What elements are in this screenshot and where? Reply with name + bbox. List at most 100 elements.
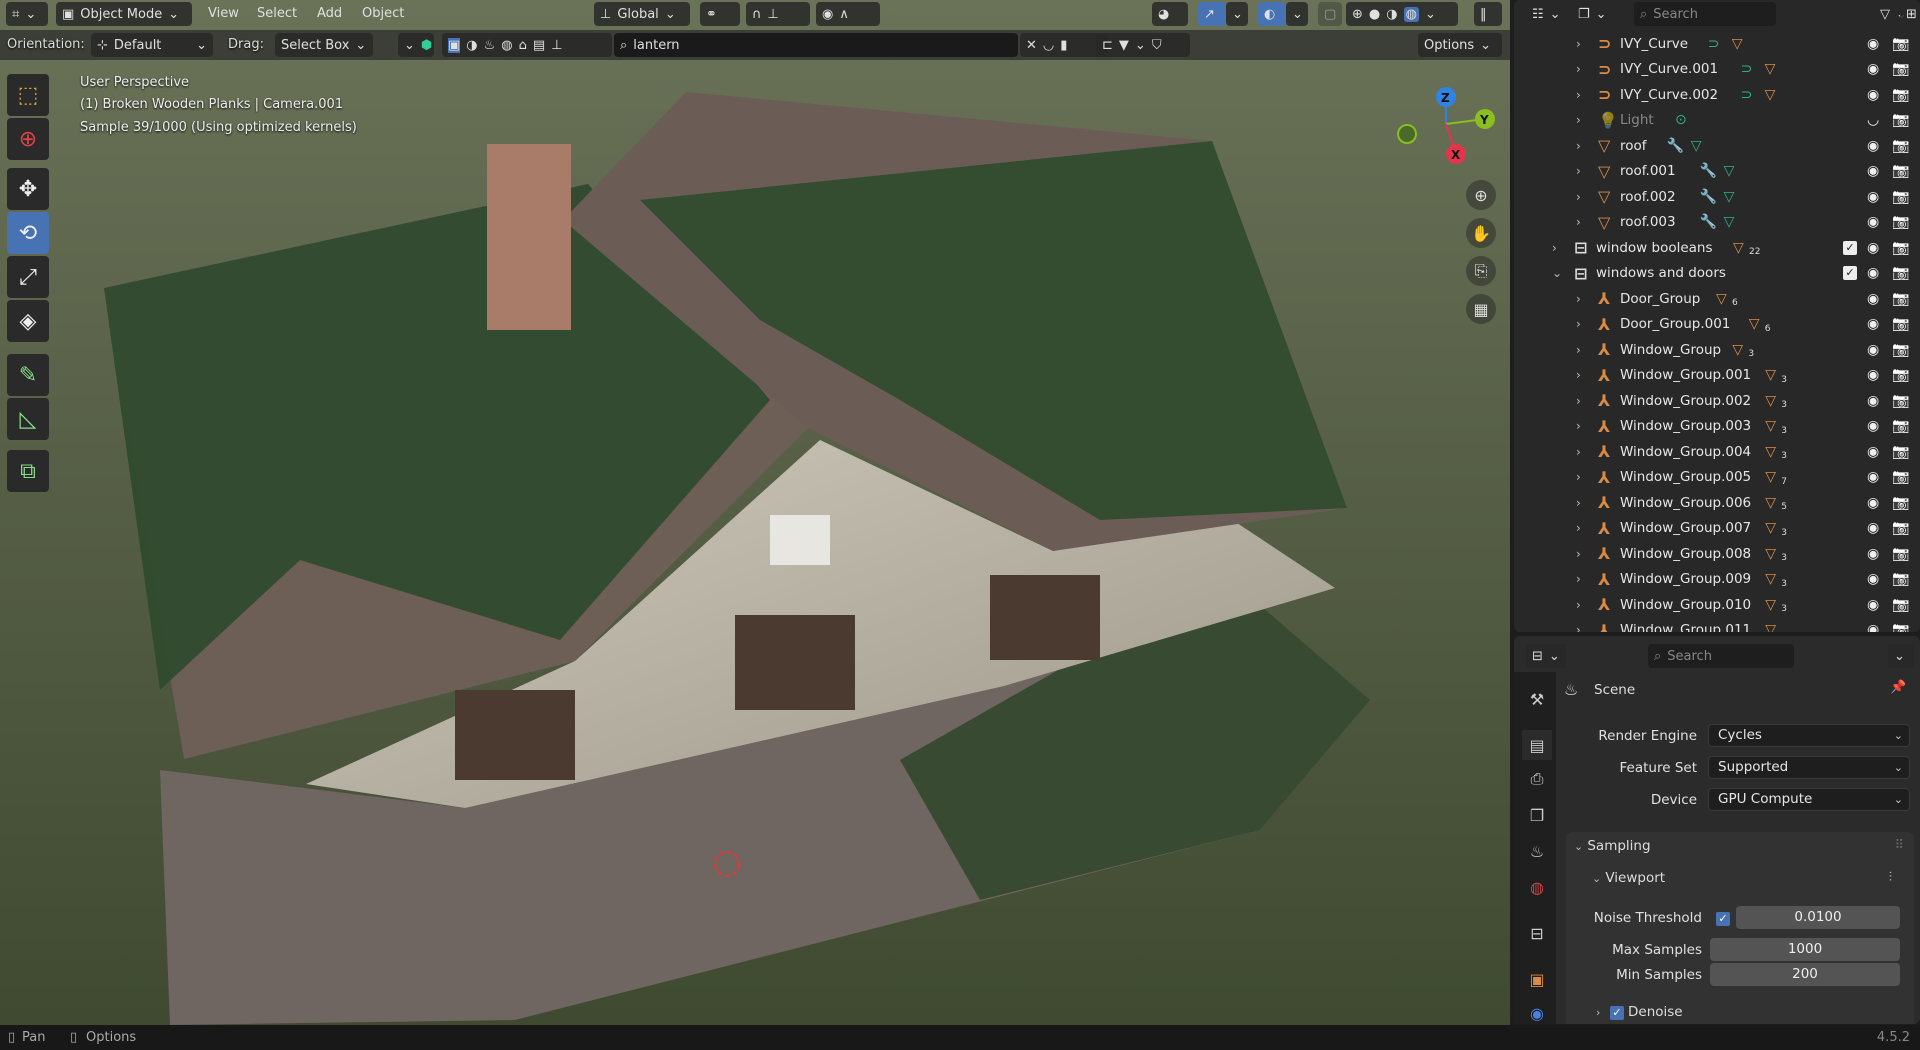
- eye-icon[interactable]: ◉: [1867, 546, 1879, 562]
- outliner-row[interactable]: › ⅄ Window_Group.009 ▽ 3 ◉ 📷: [1514, 567, 1920, 592]
- search-input[interactable]: ⌕ lantern: [614, 33, 1018, 57]
- shield-check-icon[interactable]: ⛉: [1152, 38, 1162, 53]
- eye-icon[interactable]: ◉: [1867, 367, 1879, 383]
- tool-move[interactable]: ✥: [7, 168, 49, 210]
- menu-view[interactable]: View: [208, 4, 239, 24]
- expand-chevron-icon[interactable]: ›: [1576, 623, 1581, 632]
- camera-render-icon[interactable]: 📷: [1892, 495, 1909, 511]
- denoise-expand-chevron[interactable]: ›: [1596, 1006, 1600, 1019]
- material-filter-icon[interactable]: ♨: [484, 38, 496, 53]
- expand-chevron-icon[interactable]: ›: [1576, 394, 1581, 408]
- mesh-tri-icon[interactable]: ▽: [1765, 520, 1776, 536]
- tool-annotate[interactable]: ✎: [7, 354, 49, 396]
- tool-scale[interactable]: ⤢: [7, 256, 49, 298]
- outliner-row[interactable]: › 💡 Light ⊙ ◡ 📷: [1514, 108, 1920, 133]
- outliner-row[interactable]: › ⅄ Window_Group.007 ▽ 3 ◉ 📷: [1514, 516, 1920, 541]
- tool-measure[interactable]: ◺: [7, 398, 49, 440]
- mesh-data-icon[interactable]: ▽: [1724, 214, 1735, 230]
- search-actions[interactable]: ✕ ◡ ▮: [1020, 33, 1108, 57]
- navigation-gizmo[interactable]: Z Y X: [1390, 80, 1500, 170]
- camera-render-icon[interactable]: 📷: [1892, 367, 1909, 383]
- camera-render-icon[interactable]: 📷: [1892, 240, 1909, 256]
- outliner-row[interactable]: › ▽ roof.003 🔧 ▽ ◉ 📷: [1514, 210, 1920, 235]
- camera-render-icon[interactable]: 📷: [1892, 469, 1909, 485]
- eye-icon[interactable]: ◉: [1867, 214, 1879, 230]
- outliner-row[interactable]: › ⅄ Window_Group.001 ▽ 3 ◉ 📷: [1514, 363, 1920, 388]
- expand-chevron-icon[interactable]: ›: [1576, 292, 1581, 306]
- camera-render-icon[interactable]: 📷: [1892, 163, 1909, 179]
- eye-icon[interactable]: ◉: [1867, 87, 1879, 103]
- eye-icon[interactable]: ◉: [1867, 597, 1879, 613]
- solid-icon[interactable]: ●: [1369, 7, 1380, 22]
- clear-icon[interactable]: ✕: [1026, 38, 1037, 53]
- expand-chevron-icon[interactable]: ›: [1576, 139, 1581, 153]
- outliner-row[interactable]: › ⅄ Window_Group.005 ▽ 7 ◉ 📷: [1514, 465, 1920, 490]
- viewport-subpanel-header[interactable]: ⌄ Viewport ⫶: [1592, 870, 1892, 892]
- mesh-tri-icon[interactable]: ▽: [1765, 367, 1776, 383]
- wrench-icon[interactable]: 🔧: [1700, 163, 1717, 179]
- camera-render-icon[interactable]: 📷: [1892, 214, 1909, 230]
- outliner-row[interactable]: › ⅄ Window_Group ▽ 3 ◉ 📷: [1514, 337, 1920, 362]
- collapse-chevron-icon[interactable]: ⌄: [1552, 266, 1562, 280]
- collection-color-button[interactable]: ⌄ ⬢: [398, 33, 434, 57]
- restrict-icon[interactable]: ◡: [1043, 38, 1054, 53]
- light-data-icon[interactable]: ⊙: [1675, 112, 1687, 128]
- camera-render-icon[interactable]: 📷: [1892, 61, 1909, 77]
- select-filter-icon[interactable]: ▣: [448, 37, 461, 53]
- expand-chevron-icon[interactable]: ›: [1576, 547, 1581, 561]
- bookmark-icon[interactable]: ▮: [1060, 38, 1067, 53]
- max-samples-field[interactable]: 1000: [1710, 938, 1900, 961]
- outliner-search[interactable]: ⌕ Search: [1634, 2, 1776, 26]
- drag-dropdown[interactable]: Select Box ⌄: [275, 33, 373, 57]
- camera-render-icon[interactable]: 📷: [1892, 265, 1909, 281]
- mesh-tri-icon[interactable]: ▽: [1765, 418, 1776, 434]
- tab-scene[interactable]: ♨: [1522, 836, 1552, 866]
- mesh-tri-icon[interactable]: ▽: [1765, 469, 1776, 485]
- menu-object[interactable]: Object: [362, 4, 404, 24]
- visibility-button[interactable]: ◕: [1152, 2, 1188, 26]
- pin-icon[interactable]: 📌: [1890, 680, 1906, 695]
- min-samples-field[interactable]: 200: [1710, 963, 1900, 986]
- hierarchy-icon[interactable]: ⊏: [1102, 38, 1113, 53]
- outliner-row[interactable]: › ⅄ Window_Group.003 ▽ 3 ◉ 📷: [1514, 414, 1920, 439]
- zoom-button[interactable]: ⊕: [1466, 180, 1496, 210]
- outliner-row[interactable]: › ▽ roof.002 🔧 ▽ ◉ 📷: [1514, 184, 1920, 209]
- tool-cursor[interactable]: ⊕: [7, 118, 49, 160]
- camera-render-icon[interactable]: 📷: [1892, 291, 1909, 307]
- gizmo-toggle[interactable]: ↗: [1198, 2, 1226, 26]
- xray-toggle[interactable]: ▢: [1318, 2, 1342, 26]
- camera-render-icon[interactable]: 📷: [1892, 520, 1909, 536]
- curve-data-icon[interactable]: ⊃: [1741, 87, 1753, 103]
- wrench-icon[interactable]: 🔧: [1700, 189, 1717, 205]
- sampling-panel-header[interactable]: ⌄ Sampling ⠿: [1574, 838, 1904, 860]
- filter-buttons[interactable]: ⊏ ▼ ⌄ ⛉: [1096, 33, 1190, 57]
- curve-data-icon[interactable]: ⊃: [1708, 36, 1720, 52]
- camera-render-icon[interactable]: 📷: [1892, 597, 1909, 613]
- camera-view-button[interactable]: ⎘: [1466, 256, 1496, 286]
- expand-chevron-icon[interactable]: ›: [1576, 496, 1581, 510]
- tab-physics[interactable]: ◉: [1522, 998, 1552, 1024]
- camera-render-icon[interactable]: 📷: [1892, 393, 1909, 409]
- outliner-row[interactable]: › ⊃ IVY_Curve ⊃ ▽ ◉ 📷: [1514, 31, 1920, 56]
- noise-threshold-checkbox[interactable]: ✓: [1716, 912, 1730, 926]
- camera-render-icon[interactable]: 📷: [1892, 36, 1909, 52]
- expand-chevron-icon[interactable]: ›: [1576, 113, 1581, 127]
- exclude-checkbox[interactable]: ✓: [1843, 240, 1857, 255]
- expand-chevron-icon[interactable]: ›: [1576, 164, 1581, 178]
- eye-icon[interactable]: ◉: [1867, 61, 1879, 77]
- mesh-tri-icon[interactable]: ▽: [1765, 622, 1776, 632]
- camera-render-icon[interactable]: 📷: [1892, 316, 1909, 332]
- eye-icon[interactable]: ◉: [1867, 622, 1879, 632]
- exclude-checkbox[interactable]: ✓: [1843, 266, 1857, 280]
- object-type-filters[interactable]: ▣ ◑ ♨ ◍ ⌂ ▤ ⊥: [442, 33, 612, 57]
- noise-threshold-field[interactable]: 0.0100: [1736, 906, 1900, 929]
- mesh-tri-icon[interactable]: ▽: [1765, 393, 1776, 409]
- eye-icon[interactable]: ◉: [1867, 189, 1879, 205]
- eye-icon[interactable]: ◉: [1867, 342, 1879, 358]
- camera-render-icon[interactable]: 📷: [1892, 546, 1909, 562]
- expand-chevron-icon[interactable]: ›: [1576, 88, 1581, 102]
- mode-dropdown[interactable]: ▣ Object Mode ⌄: [56, 2, 192, 26]
- gizmo-dropdown[interactable]: ⌄: [1226, 2, 1248, 26]
- expand-chevron-icon[interactable]: ›: [1576, 470, 1581, 484]
- editor-type-button[interactable]: ⌗ ⌄: [6, 2, 48, 26]
